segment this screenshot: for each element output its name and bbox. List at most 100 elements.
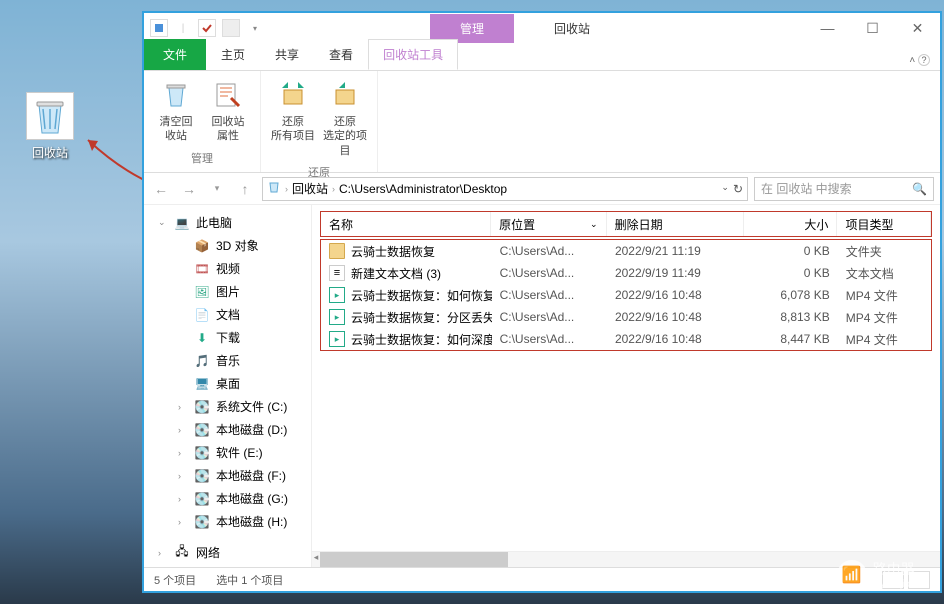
tab-home[interactable]: 主页 [206, 39, 260, 70]
empty-recycle-button[interactable]: 清空回 收站 [150, 75, 202, 148]
expand-icon[interactable]: › [178, 517, 188, 527]
tree-item[interactable]: 📄文档 [144, 303, 311, 326]
group-manage-label: 管理 [150, 148, 254, 168]
file-row[interactable]: ▸云骑士数据恢复：如何恢复U盘内... C:\Users\Ad... 2022/… [321, 284, 931, 306]
file-size: 6,078 KB [744, 288, 837, 302]
address-refresh-button[interactable]: ↻ [733, 182, 743, 196]
qat-icon-1[interactable] [150, 19, 168, 37]
restore-all-icon [277, 79, 309, 111]
ribbon-group-manage: 清空回 收站 回收站 属性 管理 [144, 71, 261, 172]
tree-item-icon: 📦 [194, 238, 210, 254]
address-dropdown-button[interactable]: ⌄ [721, 182, 729, 196]
tree-item[interactable]: ›💽系统文件 (C:) [144, 395, 311, 418]
tree-item-label: 本地磁盘 (H:) [216, 513, 287, 530]
tree-network[interactable]: › 🖧 网络 [144, 541, 311, 564]
quick-access-toolbar: | ▾ [144, 19, 270, 37]
file-name: 云骑士数据恢复 [351, 243, 435, 260]
tree-item[interactable]: ›💽本地磁盘 (D:) [144, 418, 311, 441]
status-bar: 5 个项目 选中 1 个项目 [144, 567, 940, 591]
tree-item-label: 视频 [216, 260, 240, 277]
file-name: 新建文本文档 (3) [351, 265, 441, 282]
tree-item-icon: 💽 [194, 399, 210, 415]
desktop-recycle-bin[interactable]: 回收站 [20, 92, 80, 161]
expand-icon[interactable]: › [178, 402, 188, 412]
tree-this-pc[interactable]: ⌄ 💻 此电脑 [144, 211, 311, 234]
tree-item-icon: 💽 [194, 445, 210, 461]
address-bar[interactable]: › 回收站 › C:\Users\Administrator\Desktop ⌄… [262, 177, 748, 201]
col-orig-location[interactable]: 原位置⌄ [491, 212, 606, 236]
file-pane: 名称 原位置⌄ 删除日期 大小 项目类型 云骑士数据恢复 C:\Users\Ad… [312, 205, 940, 567]
col-delete-date[interactable]: 删除日期 [607, 212, 744, 236]
tree-item[interactable]: 🖥桌面 [144, 372, 311, 395]
tab-file[interactable]: 文件 [144, 39, 206, 70]
qat-dropdown[interactable]: ▾ [246, 19, 264, 37]
file-row[interactable]: ▸云骑士数据恢复：分区丢失的数据... C:\Users\Ad... 2022/… [321, 306, 931, 328]
expand-icon[interactable]: › [178, 425, 188, 435]
tree-item-icon: 💽 [194, 468, 210, 484]
ribbon: 清空回 收站 回收站 属性 管理 还原 所有项目 还原 选定的项目 [144, 71, 940, 173]
ribbon-collapse-button[interactable]: ˄ ? [899, 50, 940, 70]
expand-icon[interactable]: › [178, 448, 188, 458]
tree-item[interactable]: › 💽 软件 (E:) [144, 441, 311, 464]
col-size[interactable]: 大小 [744, 212, 838, 236]
status-selected-count: 选中 1 个项目 [216, 572, 283, 588]
recycle-bin-crumb-icon [267, 180, 281, 197]
file-name: 云骑士数据恢复：如何深度恢复数据 [351, 331, 492, 348]
restore-all-label: 还原 所有项目 [271, 115, 315, 144]
breadcrumb-2[interactable]: C:\Users\Administrator\Desktop [339, 182, 507, 196]
expand-icon[interactable]: › [158, 548, 168, 558]
tree-item-label: 3D 对象 [216, 237, 259, 254]
navbar: ← → ▾ ↑ › 回收站 › C:\Users\Administrator\D… [144, 173, 940, 205]
tree-item[interactable]: 🖼图片 [144, 280, 311, 303]
watermark-url: luyouqi.com [873, 579, 926, 590]
restore-all-button[interactable]: 还原 所有项目 [267, 75, 319, 162]
file-row[interactable]: ▸云骑士数据恢复：如何深度恢复数据 C:\Users\Ad... 2022/9/… [321, 328, 931, 350]
file-type: MP4 文件 [838, 287, 931, 304]
expand-icon[interactable]: ⌄ [158, 217, 168, 228]
tree-item[interactable]: › 💽 本地磁盘 (H:) [144, 510, 311, 533]
recycle-props-button[interactable]: 回收站 属性 [202, 75, 254, 148]
tree-item[interactable]: ⬇下载 [144, 326, 311, 349]
file-row[interactable]: 云骑士数据恢复 C:\Users\Ad... 2022/9/21 11:19 0… [321, 240, 931, 262]
tab-share[interactable]: 共享 [260, 39, 314, 70]
maximize-button[interactable]: ☐ [850, 14, 895, 42]
tree-item-label: 本地磁盘 (F:) [216, 467, 286, 484]
search-box[interactable]: 在 回收站 中搜索 🔍 [754, 177, 934, 201]
close-button[interactable]: ✕ [895, 14, 940, 42]
tree-item[interactable]: 🎵音乐 [144, 349, 311, 372]
file-type: MP4 文件 [838, 331, 931, 348]
breadcrumb-1[interactable]: 回收站 [292, 180, 328, 197]
file-row[interactable]: ≡新建文本文档 (3) C:\Users\Ad... 2022/9/19 11:… [321, 262, 931, 284]
tab-recycle-tools[interactable]: 回收站工具 [368, 39, 458, 70]
tab-view[interactable]: 查看 [314, 39, 368, 70]
recycle-props-icon [212, 79, 244, 111]
nav-back-button[interactable]: ← [150, 178, 172, 200]
expand-icon[interactable]: › [178, 494, 188, 504]
qat-icon-2[interactable] [198, 19, 216, 37]
nav-history-button[interactable]: ▾ [206, 178, 228, 200]
tree-item[interactable]: 🎞视频 [144, 257, 311, 280]
nav-up-button[interactable]: ↑ [234, 178, 256, 200]
file-orig-location: C:\Users\Ad... [492, 244, 607, 258]
tree-item[interactable]: › 💽 本地磁盘 (F:) [144, 464, 311, 487]
file-type: 文件夹 [838, 243, 931, 260]
restore-selected-label: 还原 选定的项目 [321, 115, 369, 158]
restore-selected-button[interactable]: 还原 选定的项目 [319, 75, 371, 162]
col-name[interactable]: 名称 [321, 212, 491, 236]
nav-forward-button[interactable]: → [178, 178, 200, 200]
col-item-type[interactable]: 项目类型 [837, 212, 931, 236]
tree-item-label: 软件 (E:) [216, 444, 263, 461]
tree-item-label: 下载 [216, 329, 240, 346]
ribbon-group-restore: 还原 所有项目 还原 选定的项目 还原 [261, 71, 378, 172]
qat-icon-3[interactable] [222, 19, 240, 37]
expand-icon[interactable]: › [178, 471, 188, 481]
scrollbar-thumb[interactable] [320, 552, 508, 567]
minimize-button[interactable]: — [805, 14, 850, 42]
tree-item-icon: 💽 [194, 514, 210, 530]
tree-item-icon: 📄 [194, 307, 210, 323]
tree-item[interactable]: ›💽本地磁盘 (G:) [144, 487, 311, 510]
search-icon: 🔍 [912, 182, 927, 196]
tree-item-label: 桌面 [216, 375, 240, 392]
tree-item[interactable]: 📦 3D 对象 [144, 234, 311, 257]
sort-indicator-icon: ⌄ [590, 219, 598, 230]
